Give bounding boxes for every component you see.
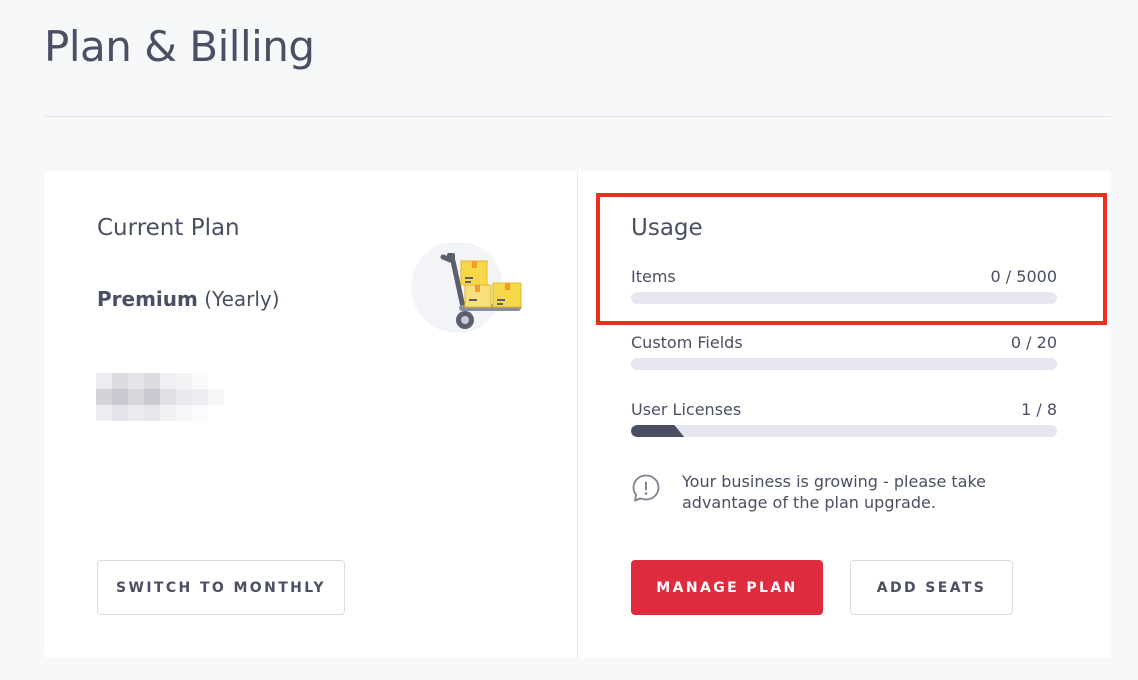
page-title: Plan & Billing [44, 22, 315, 71]
current-plan-heading: Current Plan [97, 215, 240, 241]
highlight-box [596, 193, 1107, 325]
switch-to-monthly-button[interactable]: SWITCH TO MONTHLY [97, 560, 345, 615]
usage-progress-bar [631, 358, 1057, 370]
manage-plan-button[interactable]: MANAGE PLAN [631, 560, 823, 615]
usage-progress-fill [631, 425, 684, 437]
usage-row-user-licenses: User Licenses 1 / 8 [631, 400, 1057, 437]
usage-row-header: User Licenses 1 / 8 [631, 400, 1057, 419]
upgrade-notice-text: Your business is growing - please take a… [682, 472, 987, 512]
add-seats-button[interactable]: ADD SEATS [850, 560, 1013, 615]
billing-card: Current Plan Premium (Yearly) SWITCH TO … [44, 171, 1111, 658]
usage-progress-bar [631, 425, 1057, 437]
alert-speech-bubble-icon [632, 474, 660, 502]
usage-label: User Licenses [631, 400, 742, 419]
usage-row-header: Custom Fields 0 / 20 [631, 333, 1057, 352]
upgrade-notice: Your business is growing - please take a… [631, 471, 1061, 513]
plan-summary: Premium (Yearly) [97, 287, 280, 311]
header-divider [44, 116, 1111, 117]
redacted-block [96, 373, 224, 421]
usage-value: 1 / 8 [1021, 400, 1057, 419]
usage-value: 0 / 20 [1010, 333, 1057, 352]
billing-period: (Yearly) [204, 287, 280, 311]
plan-name: Premium [97, 287, 198, 311]
column-divider [577, 171, 578, 658]
usage-row-custom-fields: Custom Fields 0 / 20 [631, 333, 1057, 370]
usage-label: Custom Fields [631, 333, 743, 352]
hand-truck-boxes-icon [411, 243, 522, 333]
